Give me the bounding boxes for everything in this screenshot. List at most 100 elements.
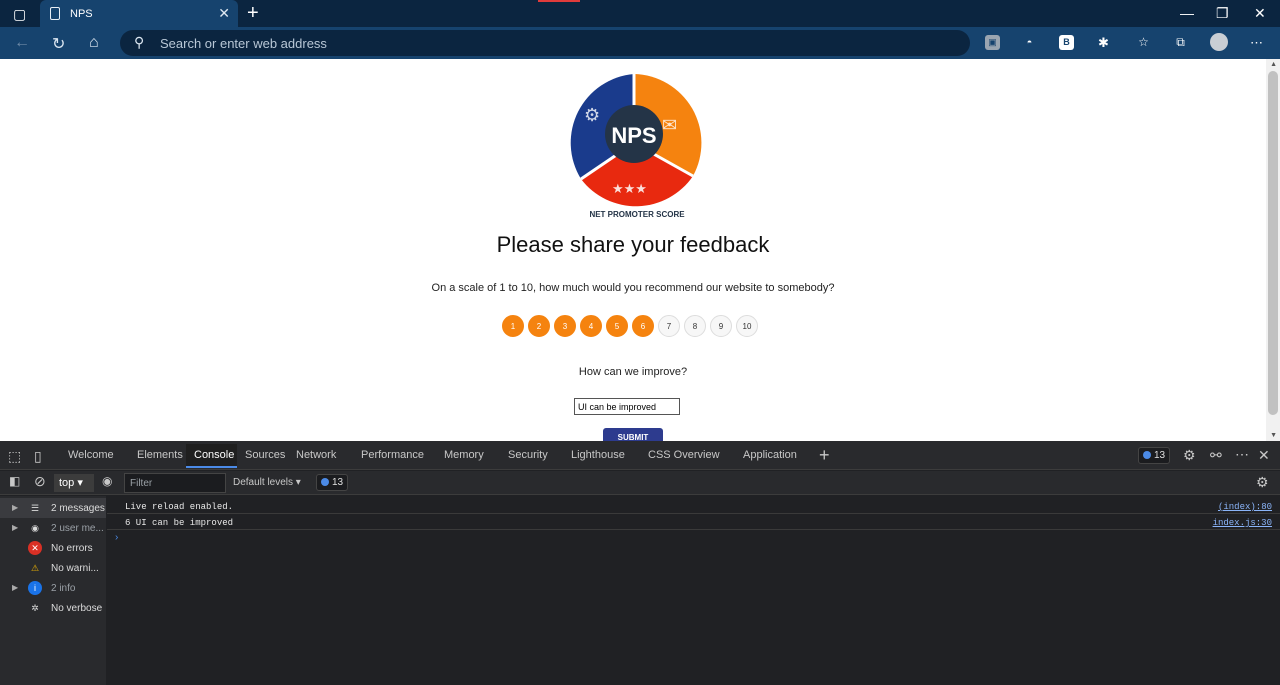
browser-tab[interactable]: NPS ✕ [40, 0, 238, 27]
console-toolbar: ◧ ⊘ top ▾ ◉ Filter Default levels ▾ 13 ⚙ [0, 471, 1280, 495]
sidebar-item-label: No errors [51, 543, 93, 554]
address-placeholder: Search or enter web address [160, 36, 327, 51]
filter-input[interactable]: Filter [124, 473, 226, 493]
extensions-icon[interactable]: ✱ [1096, 35, 1111, 50]
console-issues-badge[interactable]: 13 [316, 474, 349, 491]
console-settings-icon[interactable]: ⚙ [1256, 474, 1269, 491]
restore-icon[interactable]: ❐ [1216, 5, 1229, 22]
devtools-tab-security[interactable]: Security [508, 449, 548, 461]
devtools-tab-memory[interactable]: Memory [444, 449, 484, 461]
sidebar-item[interactable]: ▶ ◉ 2 user me... [0, 518, 106, 538]
expand-arrow-icon[interactable]: ▶ [12, 583, 18, 592]
clear-console-icon[interactable]: ⊘ [34, 473, 46, 490]
new-tab-icon[interactable]: + [247, 2, 259, 25]
page-title: Please share your feedback [496, 232, 770, 257]
devtools-tab-lighthouse[interactable]: Lighthouse [571, 449, 625, 461]
browser-tab-bar: ▢ NPS ✕ + — ❐ ✕ [0, 0, 1280, 27]
user-icon: ◉ [31, 523, 39, 533]
log-levels-dropdown[interactable]: Default levels ▾ [233, 477, 301, 488]
page-scrollbar[interactable]: ▲ ▼ [1266, 59, 1280, 441]
add-tab-icon[interactable]: + [819, 445, 830, 466]
sidebar-item-label: 2 user me... [51, 523, 104, 534]
extension-icon[interactable]: ▣ [985, 35, 1000, 50]
context-select[interactable]: top ▾ [54, 474, 94, 492]
sidebar-item-label: 2 info [51, 583, 76, 594]
shield-icon[interactable]: ◓ [1022, 35, 1037, 50]
collections-icon[interactable]: ⧉ [1173, 35, 1188, 50]
submit-button[interactable]: SUBMIT [603, 428, 663, 441]
sidebar-item-label: 2 messages [51, 503, 105, 514]
log-source-link[interactable]: (index):80 [1218, 502, 1272, 512]
score-button[interactable]: 7 [658, 315, 680, 337]
warning-icon: ⚠ [30, 563, 40, 573]
devtools-tab-performance[interactable]: Performance [361, 449, 424, 461]
close-tab-icon[interactable]: ✕ [218, 5, 230, 22]
tab-title: NPS [70, 8, 93, 20]
score-button[interactable]: 2 [528, 315, 550, 337]
logo-caption: NET PROMOTER SCORE [589, 210, 685, 219]
page-viewport: NPS ⚙ ✉ ★★★ NET PROMOTER SCORE Please sh… [0, 59, 1280, 441]
settings-icon[interactable]: ⚙ [1183, 447, 1196, 464]
search-icon: ⚲ [134, 34, 145, 50]
score-button[interactable]: 4 [580, 315, 602, 337]
minimize-icon[interactable]: — [1180, 5, 1194, 21]
devtools-tabbar: ⬚ ▯ Welcome Elements Console Sources Network… [0, 441, 1280, 470]
profile-avatar[interactable] [1210, 33, 1228, 51]
customize-icon[interactable]: ⚯ [1210, 447, 1222, 464]
more-options-icon[interactable]: ⋯ [1235, 446, 1249, 463]
score-button[interactable]: 8 [684, 315, 706, 337]
console-log-area: Live reload enabled. (index):80 6 UI can… [107, 496, 1280, 685]
nps-logo: NPS ⚙ ✉ ★★★ NET PROMOTER SCORE [550, 71, 718, 231]
devtools-tab-elements[interactable]: Elements [137, 449, 183, 461]
page-favicon-icon [50, 7, 60, 20]
issues-badge[interactable]: 13 [1138, 447, 1171, 464]
score-button[interactable]: 9 [710, 315, 732, 337]
devtools-panel: ⬚ ▯ Welcome Elements Console Sources Network… [0, 441, 1280, 685]
address-input[interactable]: ⚲ Search or enter web address [120, 30, 970, 56]
error-icon: ✕ [28, 541, 42, 555]
devtools-tab-application[interactable]: Application [743, 449, 797, 461]
tab-actions-icon[interactable]: ▢ [13, 6, 26, 23]
expand-arrow-icon[interactable]: ▶ [12, 523, 18, 532]
score-button[interactable]: 10 [736, 315, 758, 337]
favorites-icon[interactable]: ☆ [1136, 35, 1151, 50]
refresh-icon[interactable]: ↻ [52, 34, 65, 54]
expand-arrow-icon[interactable]: ▶ [12, 503, 18, 512]
list-icon: ☰ [30, 503, 40, 513]
console-prompt[interactable]: › [115, 532, 118, 543]
devtools-tab-welcome[interactable]: Welcome [68, 449, 114, 461]
more-menu-icon[interactable]: ⋯ [1249, 35, 1264, 50]
sidebar-item[interactable]: ✲ No verbose [0, 598, 106, 618]
sidebar-item-label: No verbose [51, 603, 103, 614]
devtools-tab-css-overview[interactable]: CSS Overview [648, 449, 720, 461]
improve-input[interactable] [574, 398, 680, 415]
scroll-down-icon[interactable]: ▼ [1270, 432, 1277, 439]
devtools-tab-network[interactable]: Network [296, 449, 336, 461]
devtools-tab-console[interactable]: Console [194, 449, 234, 461]
back-icon[interactable]: ← [14, 34, 30, 52]
sidebar-item[interactable]: ✕ No errors [0, 538, 106, 558]
score-button[interactable]: 6 [632, 315, 654, 337]
scroll-up-icon[interactable]: ▲ [1270, 61, 1277, 68]
console-sidebar: ▶ ☰ 2 messages ▶ ◉ 2 user me... ✕ No errors ⚠ No … [0, 496, 106, 685]
score-button[interactable]: 1 [502, 315, 524, 337]
log-source-link[interactable]: index.js:30 [1213, 518, 1272, 528]
sidebar-toggle-icon[interactable]: ◧ [9, 474, 20, 488]
bing-extension-icon[interactable]: B [1059, 35, 1074, 50]
close-window-icon[interactable]: ✕ [1254, 5, 1266, 22]
close-devtools-icon[interactable]: ✕ [1258, 447, 1270, 464]
home-icon[interactable]: ⌂ [89, 34, 99, 52]
devtools-tab-sources[interactable]: Sources [245, 449, 285, 461]
sidebar-item[interactable]: ⚠ No warni... [0, 558, 106, 578]
sidebar-item[interactable]: ▶ ☰ 2 messages [0, 498, 106, 518]
svg-text:★★★: ★★★ [612, 181, 647, 196]
scroll-thumb[interactable] [1268, 71, 1278, 415]
score-button[interactable]: 3 [554, 315, 576, 337]
device-toolbar-icon[interactable]: ▯ [34, 448, 42, 465]
score-button[interactable]: 5 [606, 315, 628, 337]
sidebar-item-label: No warni... [51, 563, 99, 574]
sidebar-item[interactable]: ▶ i 2 info [0, 578, 106, 598]
address-toolbar: ← ↻ ⌂ ⚲ Search or enter web address ▣ ◓ … [0, 27, 1280, 59]
inspect-icon[interactable]: ⬚ [8, 448, 21, 465]
live-expression-icon[interactable]: ◉ [102, 474, 112, 488]
